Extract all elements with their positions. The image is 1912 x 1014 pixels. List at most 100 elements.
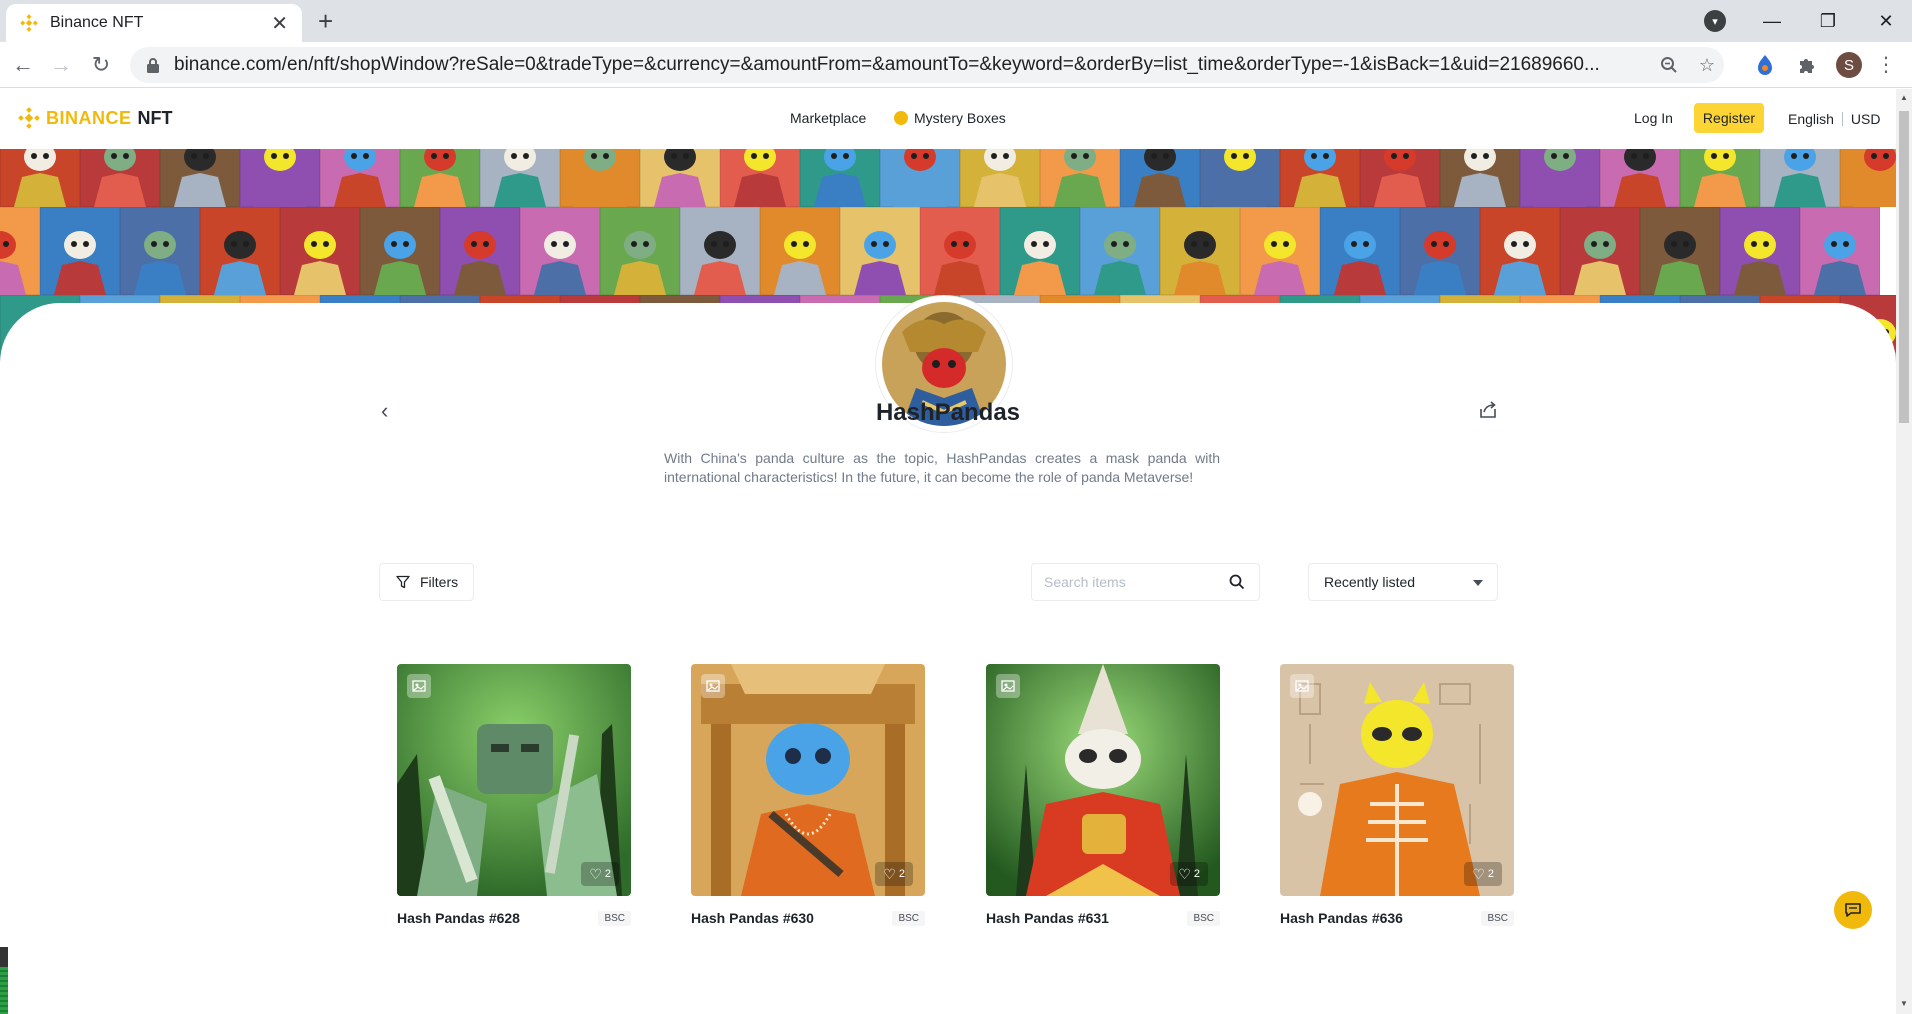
banner-tile [0, 206, 41, 296]
chain-badge: BSC [892, 910, 925, 926]
filter-funnel-icon [396, 575, 410, 589]
nft-card-meta: Hash Pandas #628 BSC [397, 910, 631, 926]
heart-icon: ♡ [1178, 865, 1191, 882]
heart-icon: ♡ [1472, 865, 1485, 882]
minimize-icon[interactable]: — [1752, 6, 1792, 36]
banner-tile [439, 206, 521, 296]
side-widget [0, 947, 8, 1014]
like-count[interactable]: ♡ 2 [875, 862, 913, 886]
browser-tabstrip: Binance NFT ✕ + ▾ — ❐ ✕ [0, 0, 1912, 42]
zoom-icon[interactable] [1654, 47, 1684, 83]
banner-tile [1399, 206, 1481, 296]
browser-menu-icon[interactable]: ⋮ [1876, 52, 1896, 77]
nft-card-meta: Hash Pandas #636 BSC [1280, 910, 1514, 926]
like-count-value: 2 [898, 868, 905, 880]
nft-card[interactable]: ♡ 2 Hash Pandas #630 BSC [691, 664, 925, 926]
filters-button[interactable]: Filters [379, 563, 474, 601]
search-box[interactable] [1031, 563, 1260, 601]
nft-image[interactable]: ♡ 2 [986, 664, 1220, 896]
restore-icon[interactable]: ❐ [1808, 6, 1848, 36]
banner-tile [799, 149, 881, 208]
bookmark-star-icon[interactable]: ☆ [1692, 47, 1722, 83]
banner-tile [839, 206, 921, 296]
banner-tile [1279, 149, 1361, 208]
nav-marketplace[interactable]: Marketplace [790, 110, 866, 126]
collection-description: With China's panda culture as the topic,… [664, 450, 1220, 485]
login-link[interactable]: Log In [1634, 110, 1673, 126]
reload-icon[interactable]: ↻ [86, 50, 116, 80]
close-tab-icon[interactable]: ✕ [271, 11, 288, 36]
banner-tile [1359, 149, 1441, 208]
banner-tile [1679, 149, 1761, 208]
nft-image[interactable]: ♡ 2 [691, 664, 925, 896]
nft-name: Hash Pandas #631 [986, 910, 1109, 926]
sort-selected-value: Recently listed [1324, 574, 1416, 590]
search-input[interactable] [1044, 574, 1224, 590]
lock-icon [147, 58, 159, 73]
extension-icon[interactable] [1752, 52, 1778, 78]
like-count[interactable]: ♡ 2 [1464, 862, 1502, 886]
chat-icon [1845, 903, 1861, 917]
banner-tile [719, 149, 801, 208]
like-count[interactable]: ♡ 2 [1170, 862, 1208, 886]
new-tab-icon[interactable]: + [318, 8, 333, 34]
chat-support-button[interactable] [1834, 891, 1872, 929]
language-label[interactable]: English [1788, 111, 1834, 127]
scroll-down-icon[interactable]: ▼ [1900, 999, 1908, 1008]
back-arrow-icon[interactable]: ← [8, 50, 38, 80]
nft-card[interactable]: ♡ 2 Hash Pandas #636 BSC [1280, 664, 1514, 926]
banner-tile [559, 149, 641, 208]
logo-brand-text: BINANCE [46, 107, 132, 128]
nft-name: Hash Pandas #630 [691, 910, 814, 926]
nft-card[interactable]: ♡ 2 Hash Pandas #631 BSC [986, 664, 1220, 926]
chain-badge: BSC [1481, 910, 1514, 926]
banner-tile [0, 149, 81, 208]
heart-icon: ♡ [883, 865, 896, 882]
page-scrollbar[interactable]: ▲ ▼ [1896, 89, 1912, 1014]
binance-nft-logo[interactable]: BINANCE NFT [18, 107, 173, 129]
banner-tile [1559, 206, 1641, 296]
binance-logo-icon [18, 107, 40, 129]
heart-icon: ♡ [589, 865, 602, 882]
like-count-value: 2 [1193, 868, 1200, 880]
register-button[interactable]: Register [1694, 103, 1764, 133]
tab-search-icon[interactable]: ▾ [1704, 10, 1726, 32]
search-icon[interactable] [1229, 574, 1245, 590]
close-window-icon[interactable]: ✕ [1866, 6, 1906, 36]
banner-tile [1439, 149, 1521, 208]
like-count[interactable]: ♡ 2 [581, 862, 619, 886]
banner-tile [1199, 149, 1281, 208]
nav-mystery-boxes[interactable]: Mystery Boxes [894, 110, 1006, 126]
image-type-icon [996, 674, 1020, 698]
banner-tile [879, 149, 961, 208]
nav-mystery-boxes-label: Mystery Boxes [914, 110, 1006, 126]
puzzle-extensions-icon[interactable] [1794, 52, 1820, 78]
address-bar[interactable]: binance.com/en/nft/shopWindow?reSale=0&t… [130, 47, 1724, 83]
filters-label: Filters [420, 574, 459, 590]
scroll-up-icon[interactable]: ▲ [1900, 93, 1908, 102]
profile-avatar[interactable]: S [1836, 52, 1862, 78]
share-icon[interactable] [1478, 400, 1498, 420]
banner-tile [1039, 149, 1121, 208]
banner-tile [1319, 206, 1401, 296]
collection-title: HashPandas [875, 399, 1021, 426]
browser-tab[interactable]: Binance NFT ✕ [6, 4, 302, 42]
banner-tile [1799, 206, 1881, 296]
banner-tile [639, 149, 721, 208]
banner-tile [319, 149, 401, 208]
nft-card[interactable]: ♡ 2 Hash Pandas #628 BSC [397, 664, 631, 926]
banner-tile [79, 149, 161, 208]
language-currency-selector[interactable]: English USD [1788, 111, 1880, 127]
scrollbar-thumb[interactable] [1899, 111, 1909, 423]
sort-dropdown[interactable]: Recently listed [1308, 563, 1498, 601]
nft-image[interactable]: ♡ 2 [1280, 664, 1514, 896]
currency-label[interactable]: USD [1851, 111, 1881, 127]
chevron-down-icon [1473, 580, 1483, 586]
forward-arrow-icon[interactable]: → [46, 50, 76, 80]
banner-tile [599, 206, 681, 296]
banner-tile [159, 149, 241, 208]
image-type-icon [1290, 674, 1314, 698]
banner-tile [759, 206, 841, 296]
nft-image[interactable]: ♡ 2 [397, 664, 631, 896]
chain-badge: BSC [598, 910, 631, 926]
